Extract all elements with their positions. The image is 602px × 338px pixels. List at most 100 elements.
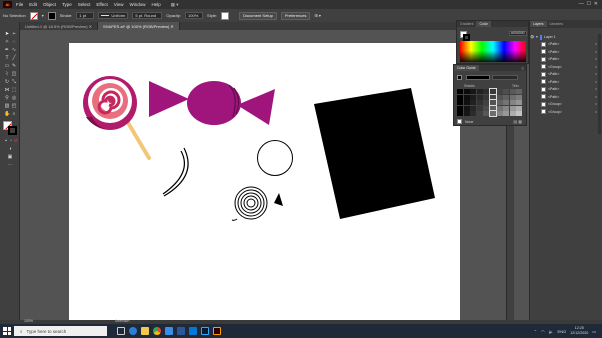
scale-tool-icon[interactable]: ⤡ [11,79,17,85]
color-variation-cell[interactable] [489,110,497,118]
base-color-swatch[interactable] [457,75,462,80]
direct-selection-tool-icon[interactable]: ➢ [11,31,17,37]
photoshop-icon[interactable] [201,327,209,335]
hand-tool-icon[interactable]: ✋ [4,111,10,117]
lasso-tool-icon[interactable]: ◌ [11,39,17,45]
layer-item-row[interactable]: <Path> ○ [530,86,602,92]
color-variation-cell[interactable] [516,89,523,94]
color-variation-cell[interactable] [483,94,490,100]
style-swatch[interactable] [221,11,230,20]
color-variation-cell[interactable] [489,104,497,112]
color-variation-cell[interactable] [516,105,523,111]
magic-wand-tool-icon[interactable]: ✧ [4,39,10,45]
layer-item-row[interactable]: <Path> ○ [530,71,602,77]
preferences-button[interactable]: Preferences [280,11,311,20]
layer-item-row[interactable]: <Path> ○ [530,79,602,85]
tab-layers[interactable]: Layers [530,21,547,27]
spiral-shape[interactable] [231,186,268,221]
artboard[interactable] [69,43,460,320]
color-variation-cell[interactable] [457,100,463,106]
menu-effect[interactable]: Effect [96,2,107,7]
color-variation-cell[interactable] [483,111,490,117]
eyedropper-tool-icon[interactable]: ⚲ [4,95,10,101]
tab-color[interactable]: Color [476,21,491,27]
draw-mode-icon[interactable]: ◑ [7,146,13,152]
color-variation-cell[interactable] [457,105,463,111]
outlined-circle[interactable] [257,140,293,176]
workspace-icon[interactable]: ▦ ▾ [171,2,179,8]
color-spectrum[interactable] [460,41,526,62]
layer-scrollbar[interactable] [598,34,601,134]
color-variation-cell[interactable] [503,105,510,111]
menu-type[interactable]: Type [62,2,72,7]
edge-icon[interactable] [129,327,137,335]
color-variation-cell[interactable] [463,94,470,100]
variable-width-select[interactable]: Uniform [98,12,129,19]
graph-tool-icon[interactable]: ▥ [4,103,10,109]
more-tools-icon[interactable]: ⋯ [7,162,13,168]
fill-swatch[interactable] [29,11,38,20]
menu-window[interactable]: Window [129,2,145,7]
color-variation-cell[interactable] [470,105,477,111]
clock[interactable]: 12:25 12/12/2020 [570,326,588,336]
word-icon[interactable] [177,327,185,335]
color-variation-cell[interactable] [476,111,483,117]
color-variation-cell[interactable] [476,105,483,111]
layer-1-row[interactable]: 👁 ▾ Layer 1 [530,34,602,40]
layer-item-row[interactable]: <Group> ○ [530,64,602,70]
target-circle-icon[interactable]: ○ [595,87,597,91]
chevron-up-icon[interactable]: ⌃ [534,329,537,334]
blend-tool-icon[interactable]: ◎ [11,95,17,101]
color-variation-cell[interactable] [496,94,503,100]
layer-item-row[interactable]: <Group> ○ [530,101,602,107]
language-indicator[interactable]: ENG [558,329,567,334]
screen-mode-icon[interactable]: ▣ [7,154,13,160]
tab-shapes[interactable]: SHAPES.ai* @ 100% (RGB/Preview) ✕ [98,22,180,30]
wrapped-candy-illustration[interactable] [149,81,275,125]
line-tool-icon[interactable]: ╱ [11,55,17,61]
none-mode-icon[interactable]: ⊘ [13,138,19,144]
target-circle-icon[interactable]: ○ [595,110,597,114]
color-variation-cell[interactable] [489,99,497,107]
target-circle-icon[interactable]: ○ [595,42,597,46]
color-variation-cell[interactable] [503,111,510,117]
color-variation-cell[interactable] [483,100,490,106]
start-icon[interactable] [3,327,11,335]
volume-icon[interactable]: 🔈 [549,329,554,334]
color-variation-cell[interactable] [476,89,483,94]
menu-file[interactable]: File [16,2,23,7]
menu-edit[interactable]: Edit [29,2,37,7]
color-variation-cell[interactable] [457,94,463,100]
panel-menu-icon[interactable]: ≡ [522,66,524,71]
color-variation-cell[interactable] [470,94,477,100]
zoom-level[interactable]: 100% [24,319,33,323]
free-transform-tool-icon[interactable]: ⬚ [11,87,17,93]
stroke-swatch[interactable] [47,11,56,20]
color-variation-cell[interactable] [496,100,503,106]
arc-strokes[interactable] [162,147,189,197]
arrange-icon[interactable]: ⊞ ▾ [314,13,320,18]
network-icon[interactable]: ◠ [541,329,545,334]
color-variation-cell[interactable] [483,89,490,94]
stroke-color-icon[interactable] [8,126,17,135]
color-variation-cell[interactable] [503,89,510,94]
hex-input[interactable]: #000000 [509,31,527,36]
color-variation-cell[interactable] [509,100,516,106]
window-controls[interactable]: — ☐ ✕ [579,1,598,7]
tab-libraries[interactable]: Libraries [547,21,566,27]
color-variations-grid[interactable] [457,88,523,118]
menu-view[interactable]: View [114,2,124,7]
color-variation-cell[interactable] [503,94,510,100]
color-variation-cell[interactable] [463,89,470,94]
menu-object[interactable]: Object [43,2,56,7]
color-variation-cell[interactable] [509,94,516,100]
color-variation-cell[interactable] [496,89,503,94]
color-variation-cell[interactable] [509,111,516,117]
rotate-tool-icon[interactable]: ↻ [4,79,10,85]
curvature-tool-icon[interactable]: ∿ [11,47,17,53]
color-variation-cell[interactable] [463,100,470,106]
color-variation-cell[interactable] [489,93,497,101]
color-variation-cell[interactable] [476,94,483,100]
color-variation-cell[interactable] [463,105,470,111]
menu-help[interactable]: Help [151,2,160,7]
